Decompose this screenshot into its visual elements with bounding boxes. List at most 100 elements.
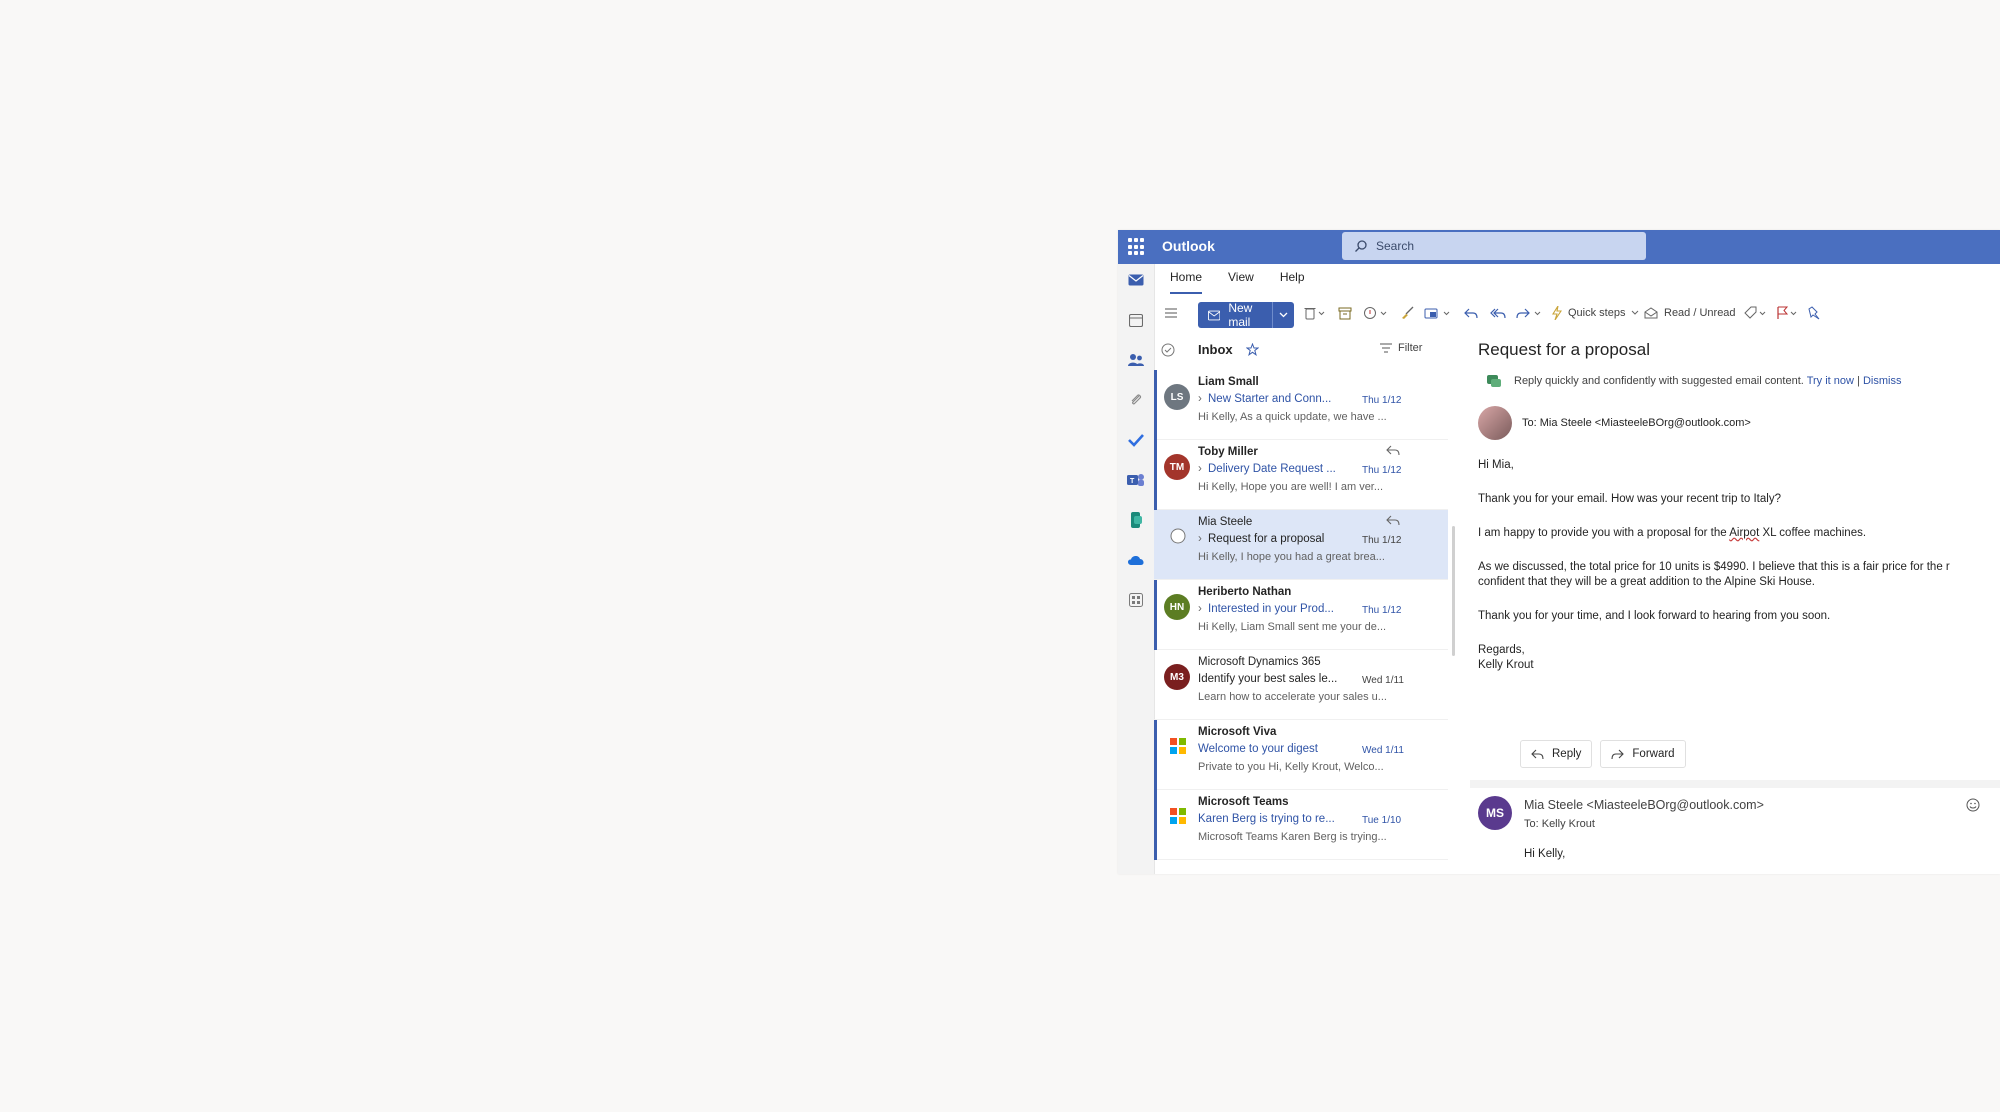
- message-date: Thu 1/12: [1362, 465, 1402, 476]
- todo-check-icon[interactable]: [1126, 430, 1146, 450]
- message-list-scrollbar[interactable]: [1452, 526, 1455, 656]
- attachment-icon[interactable]: [1126, 390, 1146, 410]
- filter-icon: [1380, 343, 1392, 353]
- outlook-window: Outlook T: [1118, 230, 2000, 874]
- message-sender: Microsoft Teams: [1198, 796, 1289, 808]
- teams-icon[interactable]: T: [1126, 470, 1146, 490]
- email-body: Hi Mia, Thank you for your email. How wa…: [1478, 458, 2000, 692]
- quick-steps-button[interactable]: Quick steps: [1552, 302, 1639, 324]
- sig-line: Regards,: [1478, 644, 1525, 656]
- message-preview: Hi Kelly, I hope you had a great brea...: [1198, 551, 1385, 563]
- filter-button[interactable]: Filter: [1380, 342, 1422, 354]
- signature: Regards, Kelly Krout: [1478, 643, 2000, 673]
- search-input[interactable]: [1376, 232, 1626, 260]
- sweep-icon[interactable]: [1400, 302, 1414, 324]
- message-row[interactable]: M3 Microsoft Dynamics 365 Identify your …: [1154, 650, 1448, 720]
- body-text: confident that they will be a great addi…: [1478, 576, 1815, 588]
- copilot-icon: [1487, 375, 1501, 387]
- tab-home[interactable]: Home: [1170, 270, 1203, 294]
- body-paragraph: Thank you for your email. How was your r…: [1478, 493, 1781, 505]
- message-date: Thu 1/12: [1362, 605, 1402, 616]
- new-mail-label: New mail: [1228, 301, 1253, 329]
- read-unread-button[interactable]: Read / Unread: [1644, 302, 1736, 324]
- expand-chevron-icon[interactable]: ›: [1198, 463, 1208, 475]
- reply-all-icon[interactable]: [1490, 302, 1506, 324]
- body-paragraph: As we discussed, the total price for 10 …: [1478, 560, 2000, 590]
- people-icon[interactable]: [1126, 350, 1146, 370]
- archive-icon[interactable]: [1338, 302, 1352, 324]
- expand-chevron-icon[interactable]: ›: [1198, 533, 1208, 545]
- reply-label: Reply: [1552, 748, 1582, 760]
- app-title: Outlook: [1162, 238, 1215, 254]
- message-sender: Microsoft Viva: [1198, 726, 1277, 738]
- message-preview: Hi Kelly, Liam Small sent me your de...: [1198, 621, 1387, 633]
- message-sender: Toby Miller: [1198, 446, 1258, 458]
- flag-icon[interactable]: [1776, 302, 1800, 324]
- bookings-icon[interactable]: [1126, 510, 1146, 530]
- message-preview: Hi Kelly, As a quick update, we have ...: [1198, 411, 1387, 423]
- read-unread-label: Read / Unread: [1664, 307, 1736, 319]
- select-all-icon[interactable]: [1161, 343, 1175, 357]
- new-mail-main[interactable]: New mail: [1198, 301, 1273, 329]
- email-subject-title: Request for a proposal: [1478, 340, 1650, 359]
- body-text: I am happy to provide you with a proposa…: [1478, 527, 1730, 539]
- message-preview: Microsoft Teams Karen Berg is trying...: [1198, 831, 1387, 843]
- star-icon[interactable]: [1246, 343, 1259, 356]
- emoji-reaction-icon[interactable]: [1966, 798, 1980, 812]
- expand-chevron-icon[interactable]: ›: [1198, 603, 1208, 615]
- onedrive-icon[interactable]: [1126, 550, 1146, 570]
- tab-view[interactable]: View: [1228, 270, 1254, 294]
- tab-help[interactable]: Help: [1280, 270, 1305, 294]
- sender-photo-avatar[interactable]: [1478, 406, 1512, 440]
- message-date: Tue 1/10: [1362, 815, 1402, 826]
- quick-steps-label: Quick steps: [1568, 307, 1626, 319]
- message-list: LS Liam Small › New Starter and Conn... T…: [1154, 370, 1448, 874]
- reply-icon: [1531, 749, 1544, 759]
- avatar: M3: [1164, 664, 1190, 690]
- message-row[interactable]: LS Liam Small › New Starter and Conn... T…: [1154, 370, 1448, 440]
- thread-divider: [1470, 780, 2000, 788]
- filter-label: Filter: [1398, 342, 1423, 354]
- expand-chevron-icon[interactable]: ›: [1198, 393, 1208, 405]
- message-row[interactable]: Microsoft Teams Karen Berg is trying to …: [1154, 790, 1448, 860]
- move-to-icon[interactable]: [1424, 302, 1452, 324]
- tag-icon[interactable]: [1744, 302, 1768, 324]
- microsoft-logo-icon: [1170, 738, 1186, 754]
- calendar-icon[interactable]: [1126, 310, 1146, 330]
- forward-button[interactable]: Forward: [1600, 740, 1686, 768]
- message-date: Wed 1/11: [1362, 745, 1404, 756]
- hamburger-menu-icon[interactable]: [1164, 302, 1178, 324]
- mail-icon[interactable]: [1126, 270, 1146, 290]
- message-sender: Mia Steele: [1198, 516, 1253, 528]
- message-row[interactable]: TM Toby Miller › Delivery Date Request ..…: [1154, 440, 1448, 510]
- delete-icon[interactable]: [1304, 302, 1326, 324]
- ribbon-toolbar: New mail Quick steps Read / Unread: [1154, 298, 2000, 329]
- misspelled-word: Airpot: [1729, 527, 1760, 539]
- lightning-icon: [1552, 306, 1562, 320]
- new-mail-button[interactable]: New mail: [1198, 301, 1294, 329]
- ribbon-tabs: Home View Help: [1170, 270, 1305, 294]
- select-checkbox-icon[interactable]: [1170, 528, 1186, 544]
- dismiss-link[interactable]: Dismiss: [1863, 375, 1902, 387]
- sig-line: Kelly Krout: [1478, 659, 1534, 671]
- message-row[interactable]: Microsoft Viva Welcome to your digest We…: [1154, 720, 1448, 790]
- message-sender: Liam Small: [1198, 376, 1259, 388]
- report-icon[interactable]: [1364, 302, 1388, 324]
- reply-icon[interactable]: [1464, 302, 1478, 324]
- new-mail-dropdown[interactable]: [1273, 302, 1294, 328]
- thread-sender: Mia Steele <MiasteeleBOrg@outlook.com>: [1524, 798, 1764, 812]
- message-date: Wed 1/11: [1362, 675, 1404, 686]
- reply-button[interactable]: Reply: [1520, 740, 1593, 768]
- microsoft-logo-icon: [1170, 808, 1186, 824]
- message-row[interactable]: HN Heriberto Nathan › Interested in your …: [1154, 580, 1448, 650]
- try-it-now-link[interactable]: Try it now: [1807, 375, 1854, 387]
- banner-separator: |: [1857, 375, 1860, 387]
- message-preview: Learn how to accelerate your sales u...: [1198, 691, 1387, 703]
- message-row-selected[interactable]: Mia Steele › Request for a proposal Thu 1…: [1154, 510, 1448, 580]
- app-launcher-icon[interactable]: [1128, 238, 1146, 256]
- reading-pane: Request for a proposal Reply quickly and…: [1470, 334, 2000, 874]
- pin-icon[interactable]: [1808, 302, 1820, 324]
- forward-icon[interactable]: [1516, 302, 1544, 324]
- search-box[interactable]: [1342, 232, 1646, 260]
- apps-icon[interactable]: [1126, 590, 1146, 610]
